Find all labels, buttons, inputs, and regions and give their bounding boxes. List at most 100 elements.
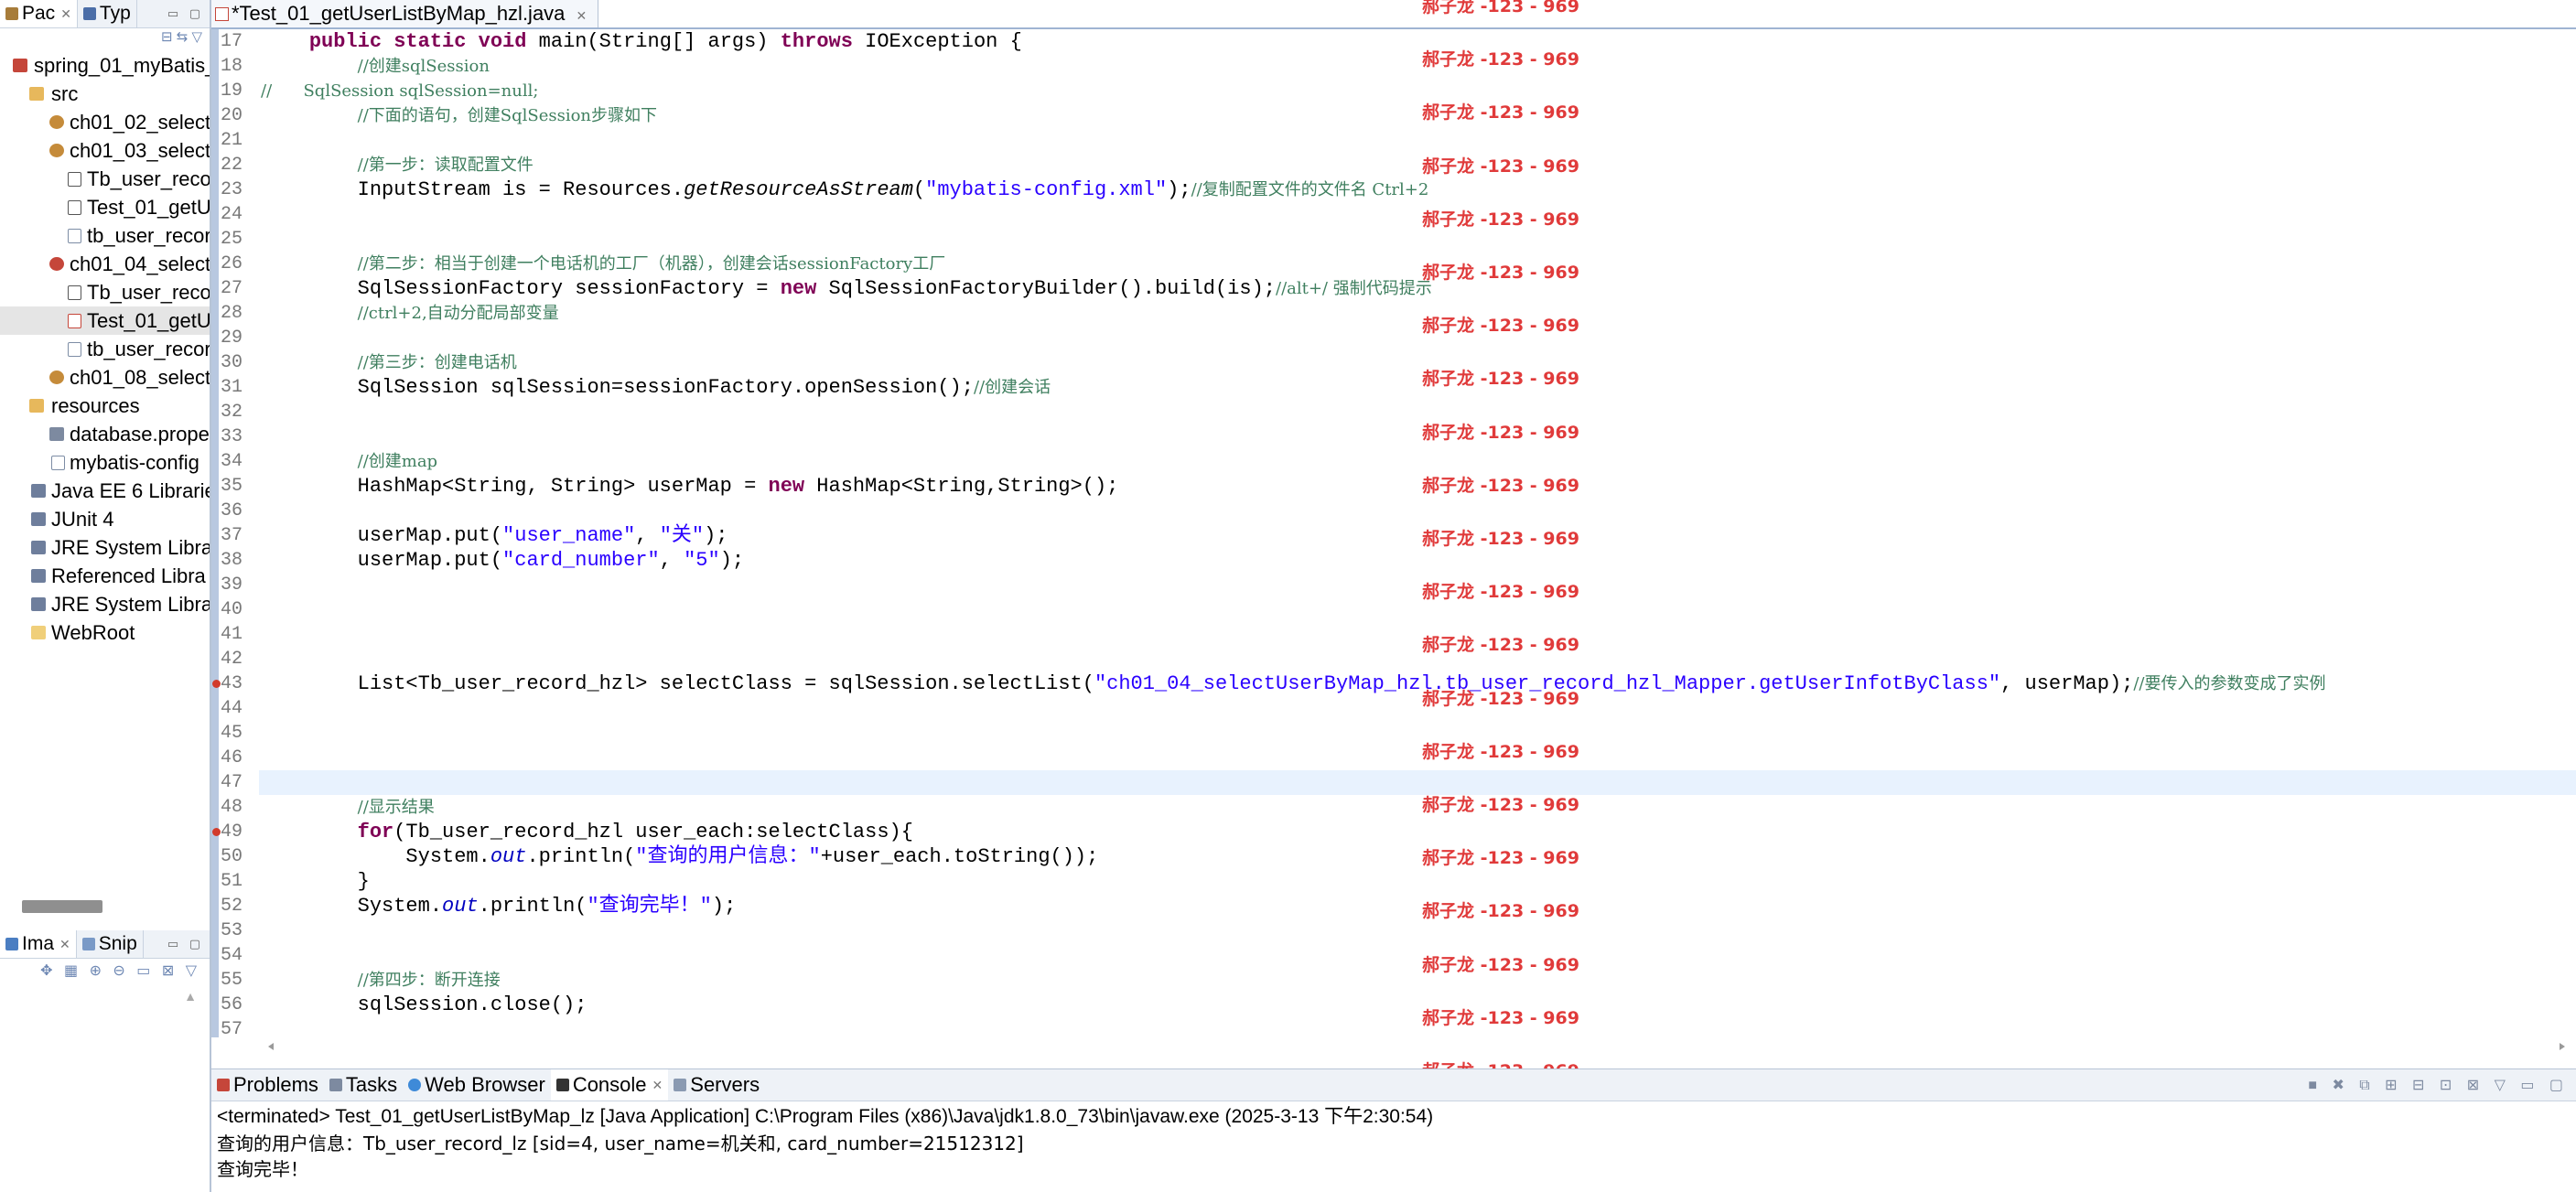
tree-item-file[interactable]: database.prope xyxy=(0,420,210,448)
tree-item-label: JUnit 4 xyxy=(51,508,114,531)
code-line[interactable]: sqlSession.close(); xyxy=(261,993,587,1017)
package-icon xyxy=(49,370,64,384)
horizontal-scrollbar-thumb[interactable] xyxy=(22,900,102,913)
close-icon[interactable]: ✕ xyxy=(652,1078,663,1093)
line-number: 51 xyxy=(221,871,243,892)
code-line[interactable]: //ctrl+2,自动分配局部变量 xyxy=(261,301,559,326)
package-error-icon xyxy=(49,257,64,271)
code-line[interactable]: SqlSession sqlSession=sessionFactory.ope… xyxy=(261,375,1051,400)
tab-package-explorer[interactable]: Pac ✕ xyxy=(0,0,78,27)
line-number: 54 xyxy=(221,945,243,966)
tab-image[interactable]: Ima ✕ xyxy=(0,930,77,958)
library-icon xyxy=(31,569,46,583)
line-number: 48 xyxy=(221,797,243,818)
scroll-left-arrow-icon[interactable] xyxy=(268,1043,274,1050)
tree-item-library[interactable]: JUnit 4 xyxy=(0,505,210,533)
tree-item-file[interactable]: Test_01_getU xyxy=(0,193,210,221)
tree-item-file[interactable]: mybatis-config xyxy=(0,448,210,477)
image-toolbar-icons[interactable]: ✥ ▦ ⊕ ⊖ ▭ ⊠ ▽ xyxy=(40,961,200,980)
tree-item-package[interactable]: ch01_04_select xyxy=(0,250,210,278)
code-line[interactable]: //下面的语句，创建SqlSession步骤如下 xyxy=(261,103,657,128)
tree-item-resources[interactable]: resources xyxy=(0,392,210,420)
code-line[interactable]: //创建sqlSession xyxy=(261,54,490,79)
code-line[interactable]: //创建map xyxy=(261,449,437,474)
tree-item-file[interactable]: tb_user_recor xyxy=(0,335,210,363)
watermark-text: 郝子龙 -123 - 969 xyxy=(1422,102,1579,123)
tree-item-package[interactable]: ch01_02_select xyxy=(0,108,210,136)
tree-item-file[interactable]: Tb_user_reco xyxy=(0,278,210,306)
line-number: 57 xyxy=(221,1019,243,1040)
code-line[interactable]: //第三步：创建电话机 xyxy=(261,350,517,375)
code-line[interactable]: userMap.put("card_number", "5"); xyxy=(261,548,745,573)
tab-problems[interactable]: Problems xyxy=(211,1069,324,1101)
project-icon xyxy=(13,59,27,72)
code-line[interactable]: //显示结果 xyxy=(261,795,435,820)
watermark-text: 郝子龙 -123 - 969 xyxy=(1422,688,1579,709)
tree-item-label: ch01_04_select xyxy=(70,252,210,275)
watermark-text: 郝子龙 -123 - 969 xyxy=(1422,316,1579,337)
tree-item-file-selected[interactable]: Test_01_getU xyxy=(0,306,210,335)
tree-item-label: mybatis-config xyxy=(70,451,199,474)
code-line[interactable]: } xyxy=(261,869,370,894)
watermark-text: 郝子龙 -123 - 969 xyxy=(1422,529,1579,549)
code-line[interactable]: System.out.println("查询的用户信息："+user_each.… xyxy=(261,844,1098,869)
tree-item-library[interactable]: Java EE 6 Librarie xyxy=(0,477,210,505)
tab-tasks[interactable]: Tasks xyxy=(324,1069,403,1101)
tree-item-label: WebRoot xyxy=(51,621,135,644)
package-explorer-panel: Pac ✕ Typ ▭ ▢ ⊟ ⇆ ▽ spring_01_myBatis_ s… xyxy=(0,0,211,1192)
close-icon[interactable]: ✕ xyxy=(59,937,70,952)
tab-label: Tasks xyxy=(345,1073,398,1096)
code-line[interactable]: SqlSessionFactory sessionFactory = new S… xyxy=(261,276,1432,301)
link-editor-icon[interactable]: ⇆ xyxy=(177,29,189,45)
console-toolbar-icons[interactable]: ■ ✖ ⧉ ⊞ ⊟ ⊡ ⊠ ▽ ▭ ▢ xyxy=(2308,1076,2576,1094)
tab-snippets[interactable]: Snip xyxy=(77,930,144,958)
error-marker-icon[interactable] xyxy=(212,680,221,688)
scroll-right-arrow-icon[interactable] xyxy=(2560,1043,2565,1050)
code-line[interactable]: //第四步：断开连接 xyxy=(261,968,501,993)
code-line[interactable]: System.out.println("查询完毕！"); xyxy=(261,894,737,918)
properties-file-icon xyxy=(49,427,64,441)
watermark-text: 郝子龙 -123 - 969 xyxy=(1422,156,1579,177)
watermark-text: 郝子龙 -123 - 969 xyxy=(1422,848,1579,869)
tree-item-library[interactable]: JRE System Libra xyxy=(0,533,210,562)
minimize-maximize-icons[interactable]: ▭ ▢ xyxy=(167,937,210,951)
tree-item-label: Test_01_getU xyxy=(87,196,210,219)
view-menu-icon[interactable]: ▽ xyxy=(191,29,202,45)
close-icon[interactable]: ✕ xyxy=(60,6,71,22)
line-number: 53 xyxy=(221,920,243,941)
watermark-text: 郝子龙 -123 - 969 xyxy=(1422,369,1579,390)
code-line[interactable]: for(Tb_user_record_hzl user_each:selectC… xyxy=(261,820,913,844)
code-line[interactable]: InputStream is = Resources.getResourceAs… xyxy=(261,177,1429,202)
tree-item-src[interactable]: src xyxy=(0,80,210,108)
tree-item-project[interactable]: spring_01_myBatis_ xyxy=(0,51,210,80)
minimize-maximize-icons[interactable]: ▭ ▢ xyxy=(167,6,210,21)
scroll-up-arrow-icon[interactable]: ▲ xyxy=(184,989,197,1004)
tasks-icon xyxy=(329,1079,342,1091)
tree-item-file[interactable]: tb_user_recor xyxy=(0,221,210,250)
tab-label: Problems xyxy=(233,1073,318,1096)
code-line[interactable]: userMap.put("user_name", "关"); xyxy=(261,523,728,548)
horizontal-scrollbar[interactable] xyxy=(257,1038,2576,1055)
collapse-all-icon[interactable]: ⊟ xyxy=(161,29,173,45)
tree-item-folder[interactable]: WebRoot xyxy=(0,618,210,647)
tree-item-package[interactable]: ch01_08_select xyxy=(0,363,210,392)
code-line[interactable]: //第二步：相当于创建一个电话机的工厂（机器），创建会话sessionFacto… xyxy=(261,252,946,276)
code-line[interactable]: public static void main(String[] args) t… xyxy=(261,29,1022,54)
tab-web-browser[interactable]: Web Browser xyxy=(403,1069,551,1101)
tree-item-package[interactable]: ch01_03_select xyxy=(0,136,210,165)
code-line[interactable]: List<Tb_user_record_hzl> selectClass = s… xyxy=(261,671,2326,696)
tree-item-file[interactable]: Tb_user_reco xyxy=(0,165,210,193)
code-line[interactable]: // SqlSession sqlSession=null; xyxy=(261,79,538,103)
code-line[interactable]: HashMap<String, String> userMap = new Ha… xyxy=(261,474,1119,499)
error-marker-icon[interactable] xyxy=(212,828,221,836)
tree-item-label: resources xyxy=(51,394,140,417)
tab-type-hierarchy[interactable]: Typ xyxy=(78,0,137,27)
tree-item-library[interactable]: JRE System Libra xyxy=(0,590,210,618)
project-tree: spring_01_myBatis_ src ch01_02_select ch… xyxy=(0,51,210,647)
tree-item-library[interactable]: Referenced Libra xyxy=(0,562,210,590)
code-line[interactable]: //第一步：读取配置文件 xyxy=(261,153,534,177)
tab-console[interactable]: Console ✕ xyxy=(550,1069,669,1101)
tab-servers[interactable]: Servers xyxy=(668,1069,765,1101)
editor-tab-active[interactable]: *Test_01_getUserListByMap_hzl.java ✕ xyxy=(211,0,599,27)
close-icon[interactable]: ✕ xyxy=(577,8,587,23)
